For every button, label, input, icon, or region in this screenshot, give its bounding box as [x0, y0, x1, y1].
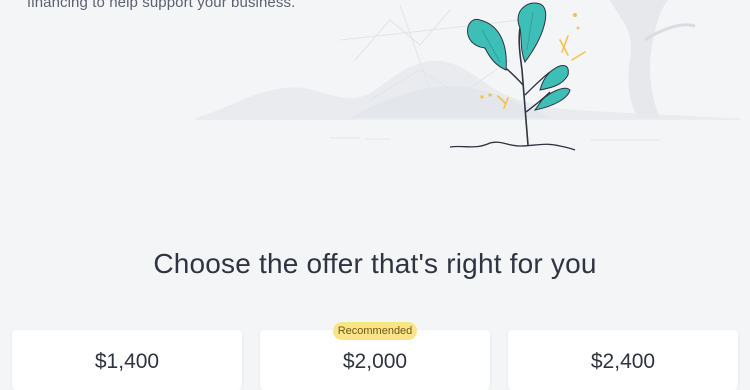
offer-card-1[interactable]: $1,400 [12, 330, 242, 390]
offer-card-3[interactable]: $2,400 [508, 330, 738, 390]
offer-amount: $1,400 [94, 350, 160, 373]
recommended-badge: Recommended [333, 322, 417, 340]
section-title: Choose the offer that's right for you [153, 248, 597, 279]
plant-illustration [195, 0, 740, 151]
offer-amount: $2,400 [590, 350, 656, 373]
offer-amount: $2,000 [342, 350, 408, 373]
